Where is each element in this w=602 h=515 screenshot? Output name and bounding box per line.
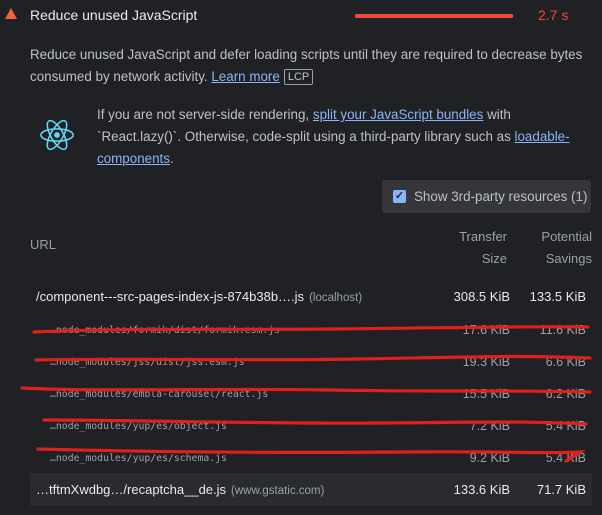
audit-header[interactable]: Reduce unused JavaScript 2.7 s xyxy=(0,0,602,32)
third-party-label: Show 3rd-party resources (1) xyxy=(414,189,588,204)
table-subrow: …node_modules/yup/es/object.js 7.2 KiB 5… xyxy=(30,410,592,442)
table-subrow: …node_modules/jss/dist/jss.esm.js 19.3 K… xyxy=(30,346,592,378)
split-bundles-link[interactable]: split your JavaScript bundles xyxy=(313,107,483,122)
column-header-transfer: Transfer Size xyxy=(440,226,507,270)
subrow-transfer: 19.3 KiB xyxy=(462,355,510,369)
row-url[interactable]: /component---src-pages-index-js-874b38b…… xyxy=(36,289,362,304)
subrow-savings: 6.6 KiB xyxy=(545,355,586,369)
row-savings: 133.5 KiB xyxy=(529,289,586,304)
subrow-savings: 6.2 KiB xyxy=(545,387,586,401)
transfer-header-line1: Transfer xyxy=(459,229,507,244)
third-party-filter[interactable]: ✓ Show 3rd-party resources (1) xyxy=(382,180,591,213)
table-row: /component---src-pages-index-js-874b38b…… xyxy=(30,280,592,312)
stack-text-1: If you are not server-side rendering, xyxy=(97,107,310,122)
audit-description: Reduce unused JavaScript and defer loadi… xyxy=(30,44,590,88)
column-header-savings: Potential Savings xyxy=(520,226,592,270)
subrow-transfer: 17.6 KiB xyxy=(462,323,510,337)
table-subrow: …node_modules/yup/es/schema.js 9.2 KiB 5… xyxy=(30,442,592,474)
impact-bar xyxy=(355,14,513,18)
third-party-checkbox[interactable]: ✓ xyxy=(393,190,406,203)
table-row: …tftmXwdbg…/recaptcha__de.js (www.gstatic… xyxy=(30,473,592,506)
lcp-badge: LCP xyxy=(283,69,314,85)
row-transfer: 308.5 KiB xyxy=(453,289,510,304)
savings-header-line1: Potential xyxy=(541,229,592,244)
subrow-url: …node_modules/jss/dist/jss.esm.js xyxy=(50,357,245,368)
react-icon xyxy=(40,119,74,151)
subrow-transfer: 15.5 KiB xyxy=(462,387,510,401)
subrow-url: …node_modules/formik/dist/formik.esm.js xyxy=(50,325,281,336)
subrow-transfer: 9.2 KiB xyxy=(469,451,510,465)
transfer-header-line2: Size xyxy=(481,251,507,266)
stack-text-3: . xyxy=(169,151,174,166)
row-url[interactable]: …tftmXwdbg…/recaptcha__de.js (www.gstatic… xyxy=(36,482,324,497)
table-subrow: …node_modules/embla-carousel/react.js 15… xyxy=(30,378,592,410)
savings-header-line2: Savings xyxy=(545,251,592,266)
subrow-url: …node_modules/yup/es/object.js xyxy=(50,421,227,432)
audit-title: Reduce unused JavaScript xyxy=(30,7,198,23)
table-subrow: …node_modules/formik/dist/formik.esm.js … xyxy=(30,314,592,346)
warning-triangle-icon xyxy=(5,8,17,19)
url-text: /component---src-pages-index-js-874b38b…… xyxy=(36,289,305,304)
row-transfer: 133.6 KiB xyxy=(453,482,510,497)
learn-more-link[interactable]: Learn more xyxy=(211,69,279,84)
column-header-url: URL xyxy=(30,237,57,252)
subrow-url: …node_modules/embla-carousel/react.js xyxy=(50,389,269,400)
stack-pack-text: If you are not server-side rendering, sp… xyxy=(97,104,577,170)
url-host: (localhost) xyxy=(309,292,363,304)
row-savings: 71.7 KiB xyxy=(536,482,586,497)
subrow-savings: 5.4 KiB xyxy=(545,451,586,465)
subrow-url: …node_modules/yup/es/schema.js xyxy=(50,453,227,464)
url-text: …tftmXwdbg…/recaptcha__de.js xyxy=(36,482,227,497)
audit-value: 2.7 s xyxy=(538,7,569,23)
subrow-savings: 11.6 KiB xyxy=(539,323,586,337)
url-host: (www.gstatic.com) xyxy=(231,485,325,497)
subrow-savings: 5.4 KiB xyxy=(545,419,586,433)
subrow-transfer: 7.2 KiB xyxy=(469,419,510,433)
